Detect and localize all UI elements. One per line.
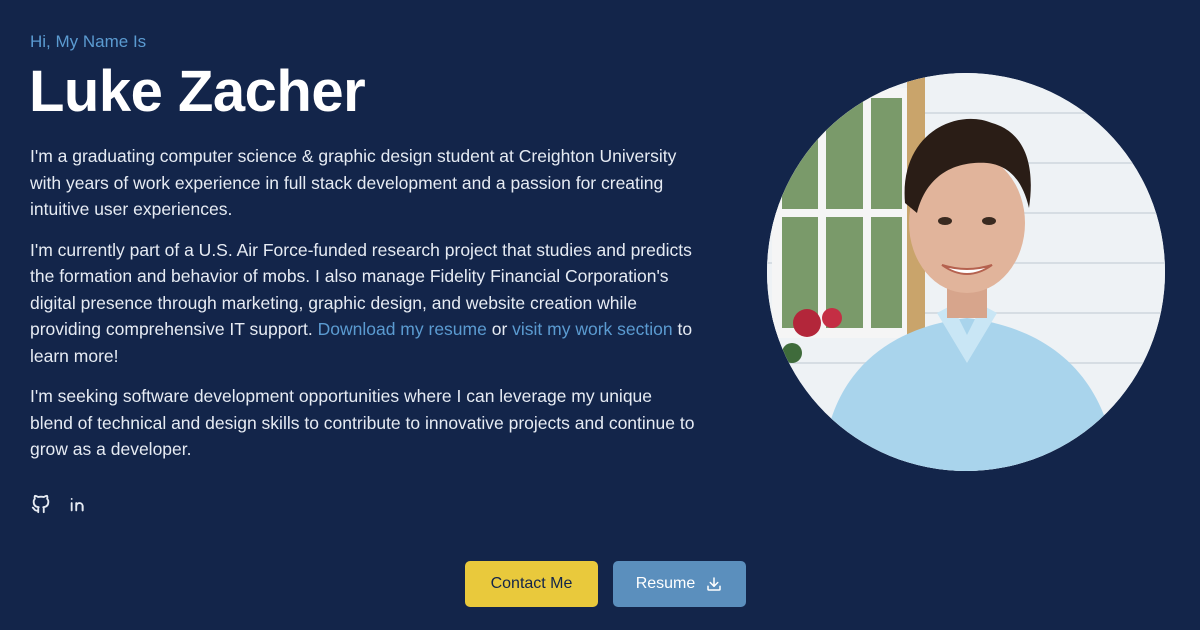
linkedin-icon [70, 498, 84, 512]
download-icon [707, 577, 722, 591]
resume-button[interactable]: Resume [613, 561, 746, 607]
bio-connector-text: or [486, 319, 513, 339]
bio-paragraph-1: I'm a graduating computer science & grap… [30, 146, 677, 219]
github-icon [31, 494, 50, 514]
bio-paragraph-2: I'm currently part of a U.S. Air Force-f… [30, 237, 698, 370]
intro-text: Hi, My Name Is [30, 32, 147, 51]
resume-button-label: Resume [635, 575, 696, 592]
profile-photo [767, 73, 1165, 471]
download-resume-link[interactable]: Download my resume [318, 319, 487, 339]
github-link[interactable] [30, 493, 52, 515]
page-title: Luke Zacher [29, 59, 366, 124]
contact-me-button[interactable]: Contact Me [465, 561, 598, 607]
linkedin-link[interactable] [68, 493, 90, 515]
social-links [30, 493, 90, 515]
work-section-link[interactable]: visit my work section [512, 319, 672, 339]
bio: I'm a graduating computer science & grap… [30, 143, 698, 477]
bio-paragraph-3: I'm seeking software development opportu… [30, 386, 695, 459]
